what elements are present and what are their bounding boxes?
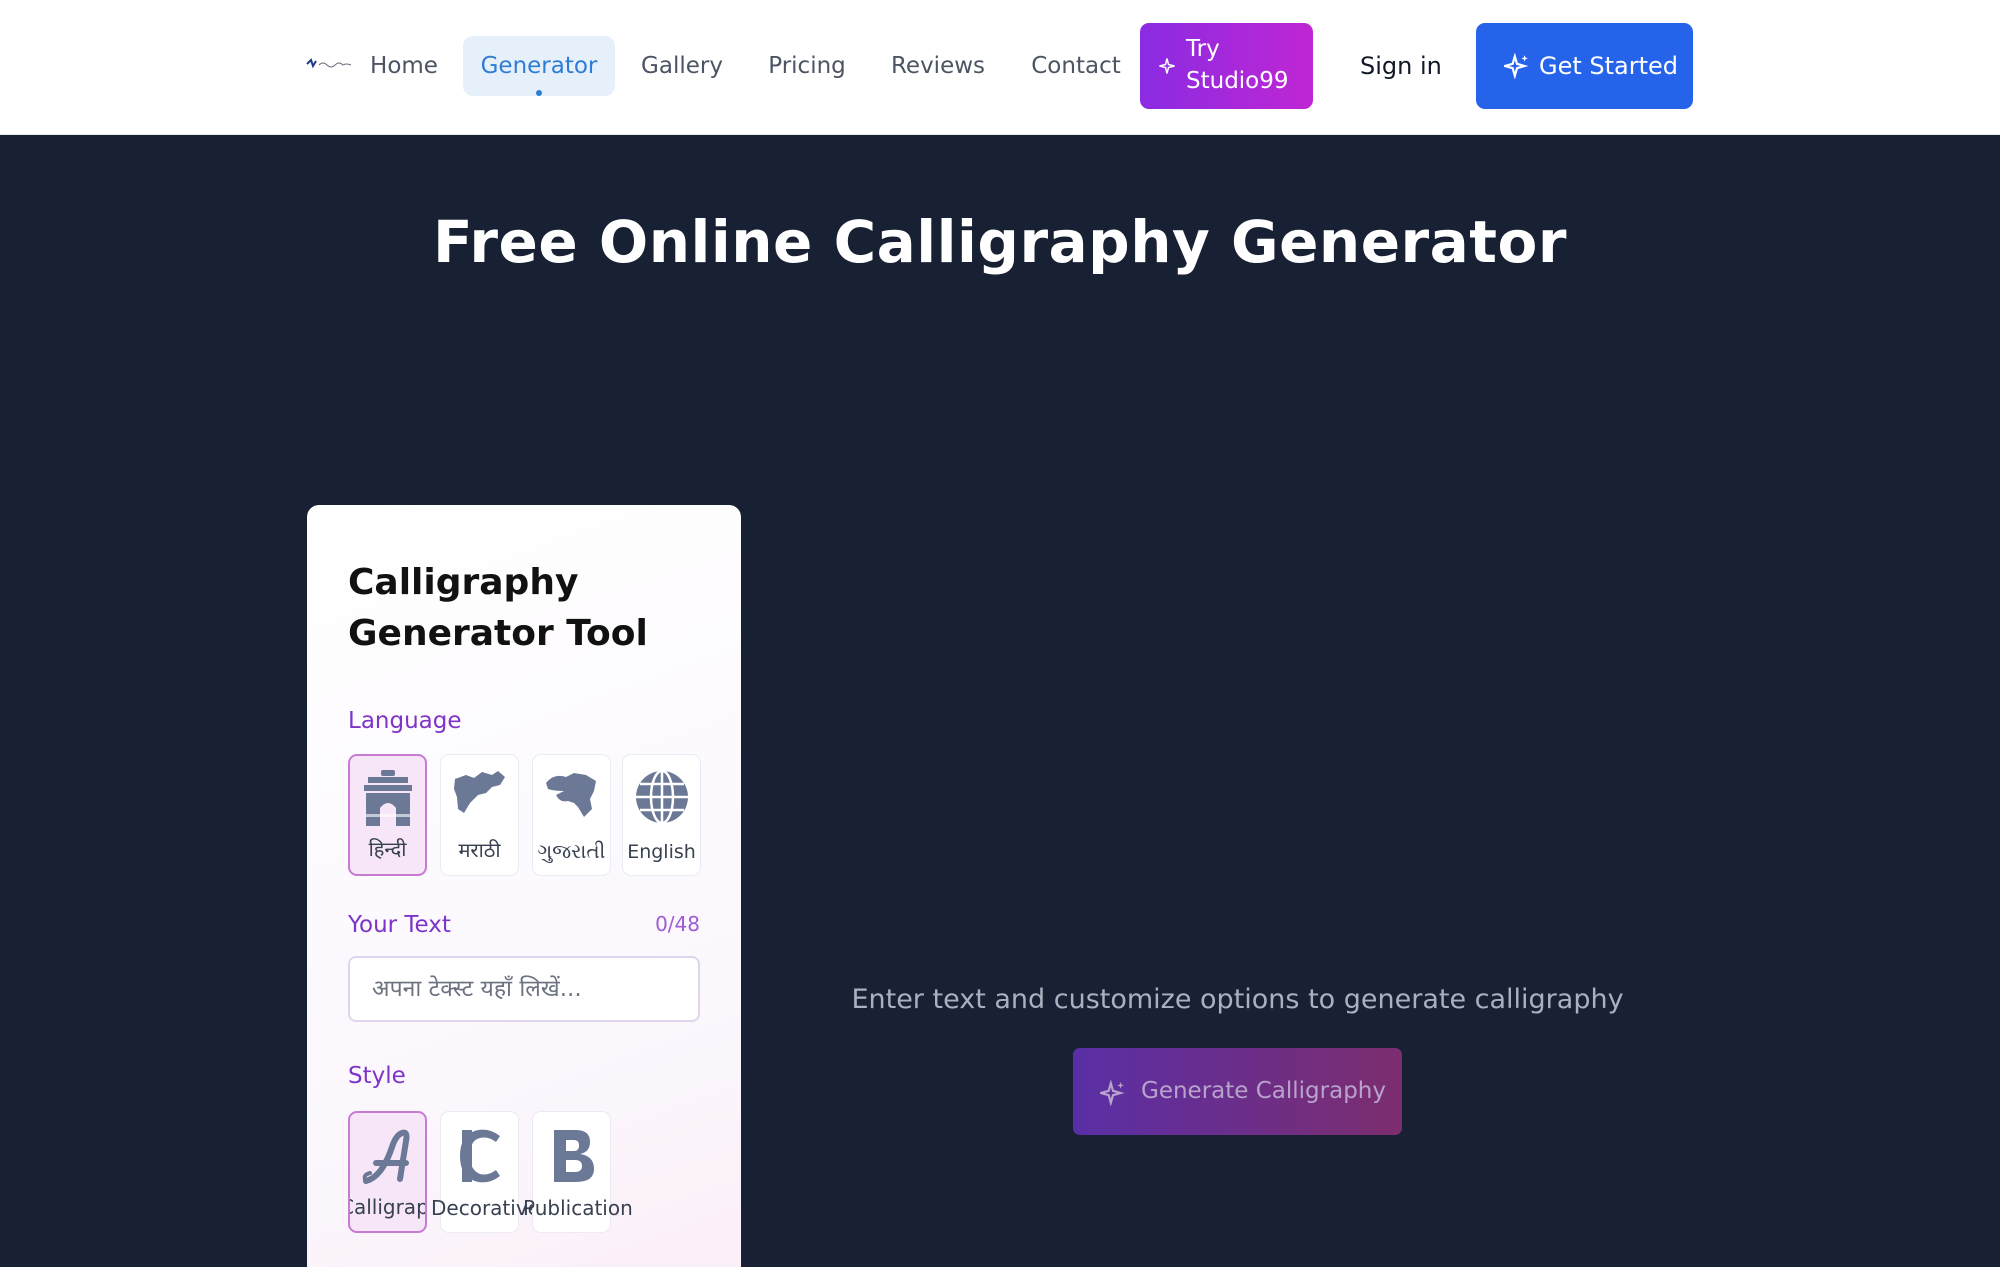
top-nav: Home Generator Gallery Pricing Reviews C… (0, 0, 2000, 135)
generator-panel: Calligraphy Generator Tool Language हिन्… (307, 505, 741, 1267)
character-counter: 0/48 (655, 912, 700, 936)
style-option-decorative[interactable]: Decorative (431, 1111, 540, 1233)
script-a-icon (362, 1129, 409, 1184)
language-option-hindi[interactable]: हिन्दी (348, 754, 427, 876)
style-label-decorative: Decorative (431, 1196, 540, 1220)
active-indicator-dot (536, 90, 542, 96)
style-option-publication[interactable]: Publication (523, 1111, 633, 1233)
language-label: Language (348, 708, 462, 734)
bold-b-icon (553, 1130, 594, 1182)
nav-pricing[interactable]: Pricing (760, 36, 854, 96)
globe-icon (635, 769, 688, 825)
nav-reviews[interactable]: Reviews (888, 36, 988, 96)
your-text-label: Your Text (348, 912, 451, 938)
nav-home[interactable]: Home (363, 36, 445, 96)
language-option-english[interactable]: English (622, 754, 701, 876)
get-started-button[interactable]: Get Started (1476, 23, 1693, 109)
panel-title: Calligraphy Generator Tool (348, 562, 648, 654)
gujarat-map-icon (545, 773, 596, 817)
nav-gallery[interactable]: Gallery (636, 36, 728, 96)
sparkle-icon (1159, 58, 1175, 74)
nav-generator[interactable]: Generator (463, 36, 615, 96)
page-title: Free Online Calligraphy Generator (433, 208, 1567, 276)
nav-contact[interactable]: Contact (1026, 36, 1126, 96)
decorative-c-icon (459, 1129, 500, 1183)
sign-in-link[interactable]: Sign in (1360, 36, 1442, 96)
sparkle-icon (1504, 53, 1529, 79)
language-option-gujarati[interactable]: ગુજરાતી (532, 754, 611, 876)
style-label: Style (348, 1063, 406, 1089)
style-label-calligraphy: Calligraphy (350, 1195, 425, 1219)
style-label-publication: Publication (523, 1196, 633, 1220)
text-input[interactable] (348, 956, 700, 1022)
language-label-gujarati: ગુજરાતી (537, 839, 606, 863)
language-option-marathi[interactable]: मराठी (440, 754, 519, 876)
generate-calligraphy-button[interactable]: Generate Calligraphy (1073, 1048, 1402, 1135)
language-label-english: English (627, 841, 696, 863)
language-label-hindi: हिन्दी (368, 837, 407, 861)
language-label-marathi: मराठी (458, 838, 501, 862)
style-option-calligraphy[interactable]: Calligraphy (348, 1111, 427, 1233)
try-studio99-button[interactable]: Try Studio99 (1140, 23, 1313, 109)
preview-hint: Enter text and customize options to gene… (851, 984, 1624, 1015)
get-started-label: Get Started (1539, 52, 1679, 80)
nav-generator-label: Generator (480, 53, 598, 79)
logo-icon[interactable] (305, 56, 353, 72)
maharashtra-map-icon (453, 771, 505, 813)
try-studio99-label: Try Studio99 (1186, 36, 1289, 94)
india-gate-icon (363, 770, 412, 826)
generate-calligraphy-label: Generate Calligraphy (1141, 1078, 1386, 1104)
sparkle-icon (1100, 1080, 1125, 1106)
